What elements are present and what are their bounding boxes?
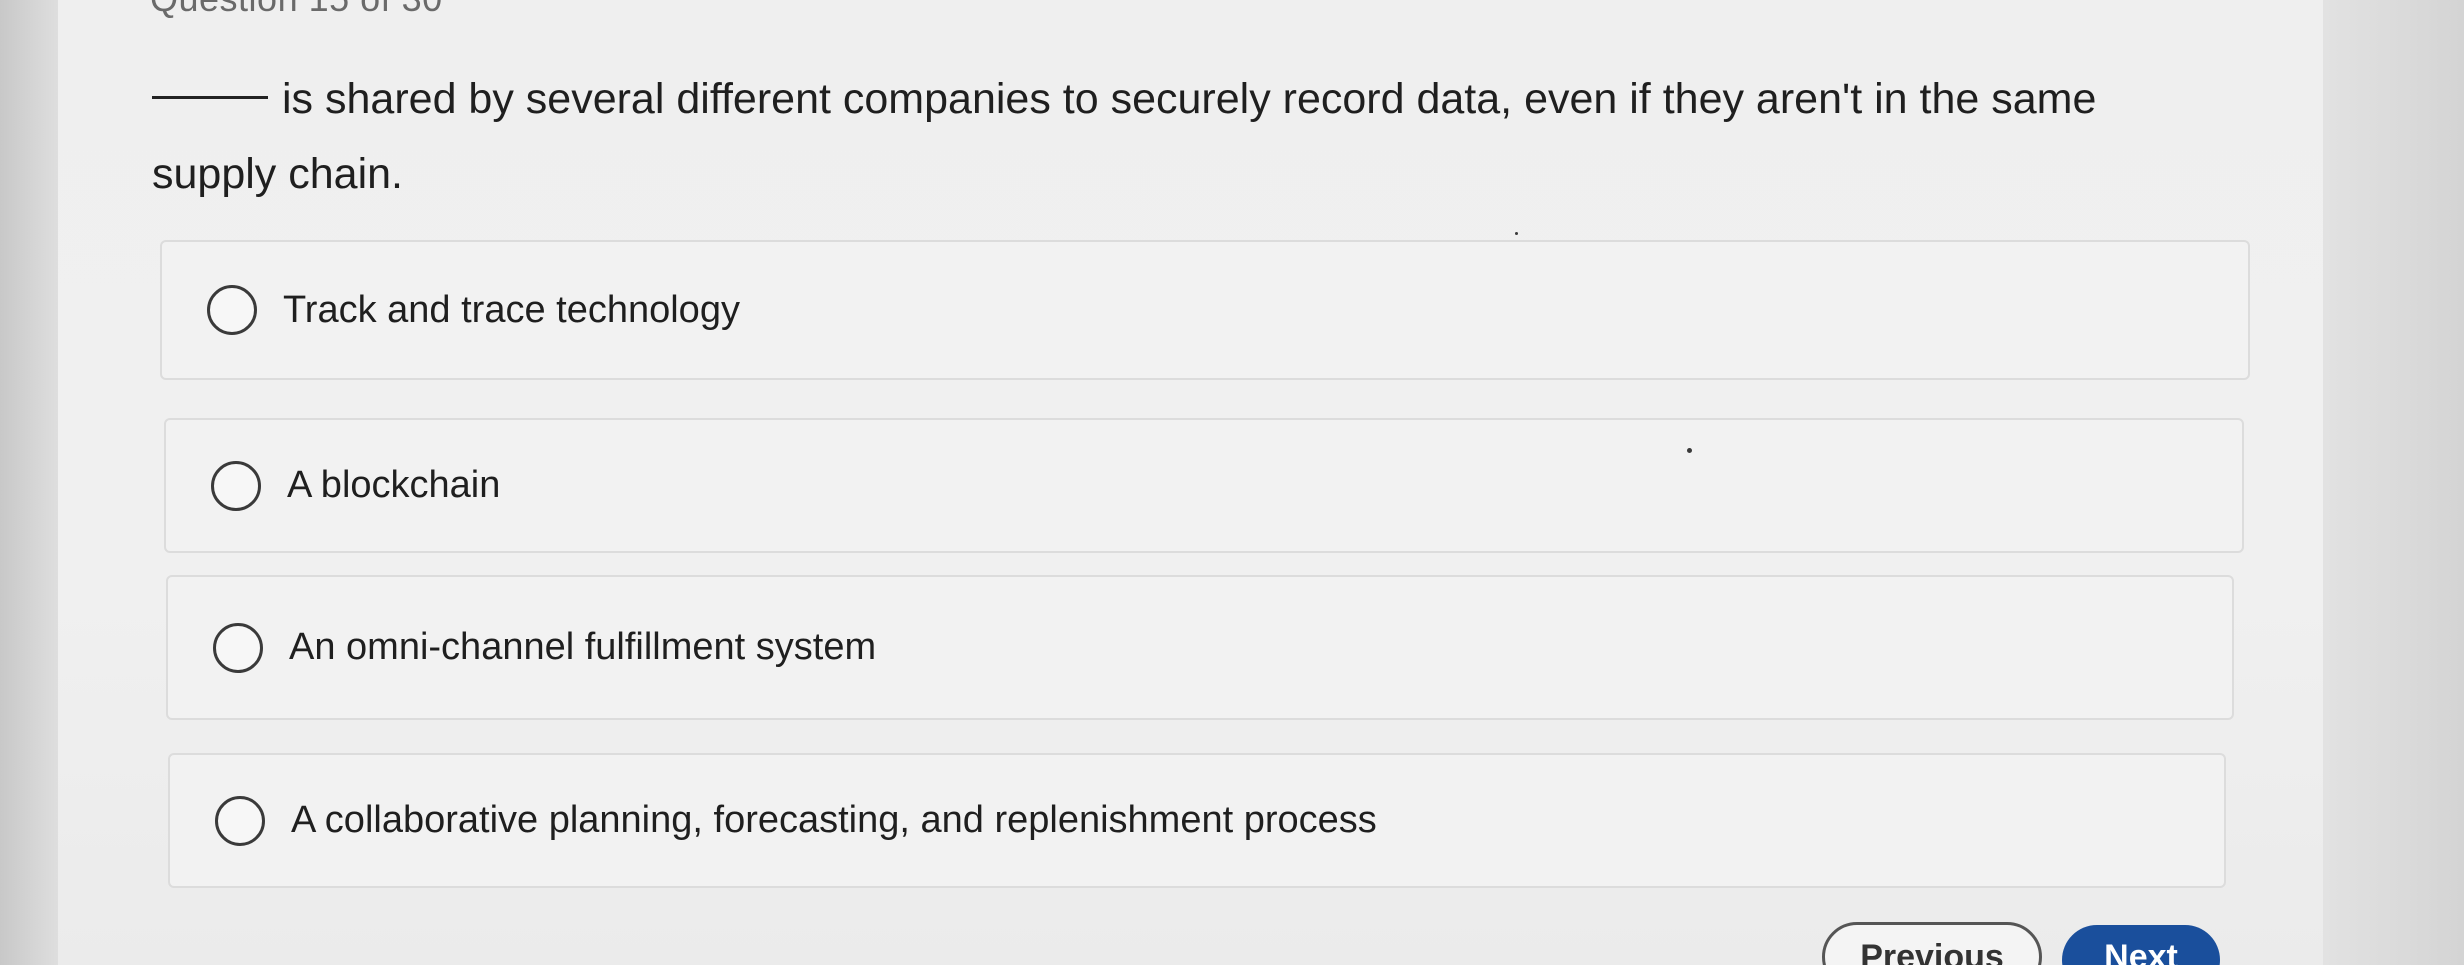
quiz-screen: Question 15 of 30 is shared by several d… [0,0,2464,965]
radio-button[interactable] [211,460,261,511]
question-counter: Question 15 of 30 [150,0,443,20]
answer-option-label: An omni-channel fulfillment system [289,626,877,668]
answer-option-2[interactable]: A blockchain [164,418,2244,553]
answer-option-label: Track and trace technology [283,288,740,331]
radio-button[interactable] [213,622,263,673]
answer-option-label: A collaborative planning, forecasting, a… [291,799,1377,841]
radio-button[interactable] [207,285,257,335]
question-prompt: is shared by several different companies… [152,62,2232,212]
right-edge [2323,0,2464,965]
next-button[interactable]: Next [2062,925,2220,965]
previous-button[interactable]: Previous [1822,922,2042,965]
left-edge [0,0,58,965]
radio-button[interactable] [215,795,265,846]
answer-option-1[interactable]: Track and trace technology [160,240,2250,380]
answer-option-4[interactable]: A collaborative planning, forecasting, a… [168,753,2226,888]
answer-option-3[interactable]: An omni-channel fulfillment system [166,575,2234,720]
screen-speck [1687,448,1692,453]
question-text: is shared by several different companies… [152,75,2097,198]
fill-in-blank [152,96,268,99]
answer-option-label: A blockchain [287,464,501,506]
screen-speck [1515,232,1518,235]
